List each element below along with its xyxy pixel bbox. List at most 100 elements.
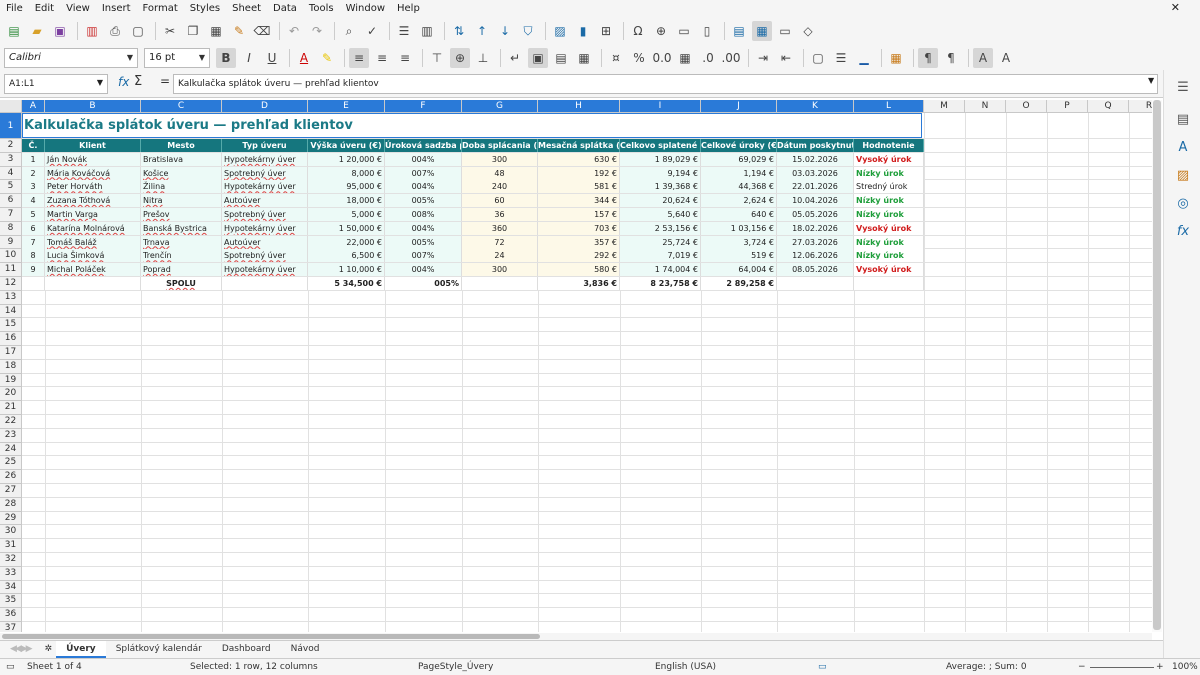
unmerge-cells-icon[interactable]: ▦ bbox=[574, 48, 594, 68]
close-document-icon[interactable]: ✕ bbox=[1171, 1, 1180, 14]
table-cell[interactable]: 004% bbox=[385, 221, 462, 235]
row-header-33[interactable]: 33 bbox=[0, 566, 22, 581]
table-cell[interactable]: 3,724 € bbox=[701, 235, 777, 249]
table-cell[interactable]: 300 bbox=[462, 152, 538, 166]
table-cell[interactable]: 7,019 € bbox=[620, 249, 701, 263]
column-header-k[interactable]: K bbox=[777, 100, 854, 113]
table-cell[interactable]: 15.02.2026 bbox=[777, 152, 854, 166]
row-header-5[interactable]: 5 bbox=[0, 180, 22, 195]
print-preview-icon[interactable]: ▢ bbox=[128, 21, 148, 41]
column-header-o[interactable]: O bbox=[1006, 100, 1047, 113]
table-cell[interactable]: 005% bbox=[385, 235, 462, 249]
ltr-icon[interactable]: ¶ bbox=[918, 47, 938, 68]
bold-icon[interactable]: B bbox=[216, 47, 236, 68]
number-format-icon[interactable]: 0.0 bbox=[652, 48, 672, 68]
wrap-text-icon[interactable]: ↵ bbox=[505, 48, 525, 68]
table-cell[interactable]: 44,368 € bbox=[701, 180, 777, 194]
header-cell[interactable]: Úroková sadzba p.a. bbox=[385, 139, 462, 152]
print-icon[interactable]: ⎙ bbox=[105, 21, 125, 41]
table-cell[interactable]: Hypotekárny úver bbox=[222, 152, 308, 166]
row-header-16[interactable]: 16 bbox=[0, 332, 22, 346]
empty-cell[interactable] bbox=[45, 277, 141, 290]
zoom-out-icon[interactable]: − bbox=[1078, 662, 1086, 672]
align-top-icon[interactable]: ⊤ bbox=[427, 48, 447, 68]
paste-icon[interactable]: ▦ bbox=[206, 21, 226, 41]
redo-icon[interactable]: ↷ bbox=[307, 21, 327, 41]
table-cell[interactable]: Ján Novák bbox=[45, 152, 141, 166]
table-cell[interactable]: 18,000 € bbox=[308, 194, 385, 208]
total-cell[interactable]: 8 23,758 € bbox=[620, 277, 701, 290]
table-cell[interactable]: 1 50,000 € bbox=[308, 221, 385, 235]
table-cell[interactable]: 2,624 € bbox=[701, 194, 777, 208]
gallery-icon[interactable]: ▨ bbox=[1174, 168, 1192, 186]
header-cell[interactable]: Dátum poskytnutia bbox=[777, 139, 854, 152]
menu-window[interactable]: Window bbox=[346, 3, 385, 14]
clone-formatting-icon[interactable]: ✎ bbox=[229, 21, 249, 41]
vertical-scrollbar[interactable] bbox=[1152, 100, 1162, 632]
table-cell[interactable]: 344 € bbox=[538, 194, 620, 208]
spreadsheet-grid[interactable]: ABCDEFGHIJKLMNOPQR 1 2 3 4 5 6 7 8 9 10 11 12 13 14 15… bbox=[0, 100, 1152, 632]
open-folder-icon[interactable]: ▰ bbox=[27, 21, 47, 41]
rtl-icon[interactable]: ¶ bbox=[941, 48, 961, 68]
row-header-13[interactable]: 13 bbox=[0, 290, 22, 305]
row-header-12[interactable]: 12 bbox=[0, 277, 22, 291]
column-header-a[interactable]: A bbox=[22, 100, 45, 113]
header-cell[interactable]: Celkovo splatené (€) bbox=[620, 139, 701, 152]
table-cell[interactable]: 004% bbox=[385, 263, 462, 277]
row-header-8[interactable]: 8 bbox=[0, 221, 22, 236]
name-box[interactable]: A1:L1 ▼ bbox=[4, 74, 108, 94]
table-cell[interactable]: Peter Horváth bbox=[45, 180, 141, 194]
freeze-rows-columns-icon[interactable]: ▦ bbox=[752, 21, 772, 41]
table-cell[interactable]: 7 bbox=[22, 235, 45, 249]
tab-splatkovy-kalendar[interactable]: Splátkový kalendár bbox=[106, 641, 212, 658]
row-header-30[interactable]: 30 bbox=[0, 525, 22, 540]
menu-file[interactable]: File bbox=[6, 3, 23, 14]
column-header-p[interactable]: P bbox=[1047, 100, 1088, 113]
table-cell[interactable]: Poprad bbox=[141, 263, 222, 277]
border-style-icon[interactable]: ☰ bbox=[831, 48, 851, 68]
font-color-icon[interactable]: A bbox=[294, 48, 314, 68]
date-format-icon[interactable]: ▦ bbox=[675, 48, 695, 68]
table-cell[interactable]: 1 bbox=[22, 152, 45, 166]
table-cell[interactable]: 08.05.2026 bbox=[777, 263, 854, 277]
header-cell[interactable]: Mesto bbox=[141, 139, 222, 152]
text-top-to-bottom-icon[interactable]: A bbox=[996, 48, 1016, 68]
table-cell[interactable]: Hypotekárny úver bbox=[222, 180, 308, 194]
table-cell[interactable]: Nízky úrok bbox=[854, 166, 924, 180]
menu-tools[interactable]: Tools bbox=[309, 3, 334, 14]
row-header-7[interactable]: 7 bbox=[0, 208, 22, 222]
menu-view[interactable]: View bbox=[66, 3, 90, 14]
table-cell[interactable]: 580 € bbox=[538, 263, 620, 277]
row-icon[interactable]: ☰ bbox=[394, 21, 414, 41]
table-cell[interactable]: 1 10,000 € bbox=[308, 263, 385, 277]
row-header-35[interactable]: 35 bbox=[0, 594, 22, 609]
header-cell[interactable]: Mesačná splátka (€) bbox=[538, 139, 620, 152]
tab-navod[interactable]: Návod bbox=[281, 641, 330, 658]
column-header-c[interactable]: C bbox=[141, 100, 222, 113]
table-cell[interactable]: 48 bbox=[462, 166, 538, 180]
table-cell[interactable]: 95,000 € bbox=[308, 180, 385, 194]
table-cell[interactable]: 64,004 € bbox=[701, 263, 777, 277]
special-character-icon[interactable]: Ω bbox=[628, 21, 648, 41]
table-cell[interactable]: 9,194 € bbox=[620, 166, 701, 180]
header-cell[interactable]: Klient bbox=[45, 139, 141, 152]
table-cell[interactable]: 72 bbox=[462, 235, 538, 249]
show-draw-functions-icon[interactable]: ◇ bbox=[798, 21, 818, 41]
add-decimal-icon[interactable]: .0 bbox=[698, 48, 718, 68]
pivot-table-icon[interactable]: ⊞ bbox=[596, 21, 616, 41]
sort-icon[interactable]: ⇅ bbox=[449, 21, 469, 41]
row-header-34[interactable]: 34 bbox=[0, 580, 22, 595]
row-header-6[interactable]: 6 bbox=[0, 194, 22, 208]
styles-icon[interactable]: A bbox=[1174, 140, 1192, 158]
table-cell[interactable]: 8,000 € bbox=[308, 166, 385, 180]
row-header-29[interactable]: 29 bbox=[0, 511, 22, 526]
align-center-icon[interactable]: ≡ bbox=[372, 48, 392, 68]
header-cell[interactable]: Výška úveru (€) bbox=[308, 139, 385, 152]
table-cell[interactable]: 25,724 € bbox=[620, 235, 701, 249]
insert-image-icon[interactable]: ▨ bbox=[550, 21, 570, 41]
column-header-h[interactable]: H bbox=[538, 100, 620, 113]
table-cell[interactable]: 640 € bbox=[701, 208, 777, 221]
text-left-to-right-icon[interactable]: A bbox=[973, 47, 993, 68]
table-cell[interactable]: 8 bbox=[22, 249, 45, 263]
insert-chart-icon[interactable]: ▮ bbox=[573, 21, 593, 41]
